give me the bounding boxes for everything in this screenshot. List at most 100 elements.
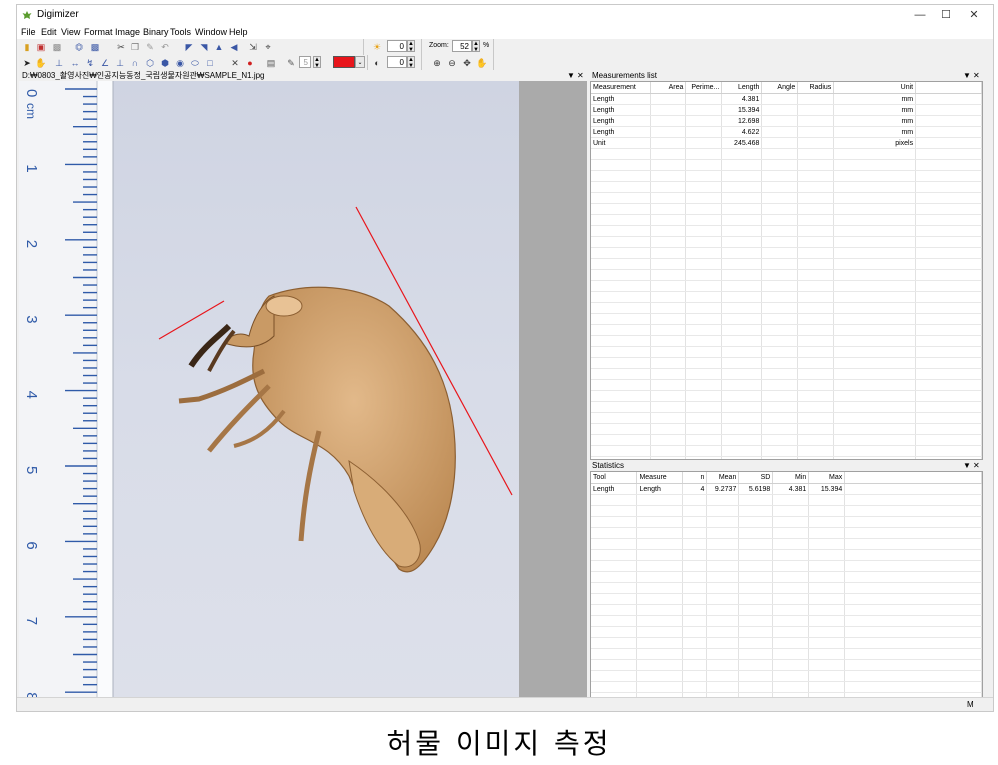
table-cell bbox=[761, 423, 799, 435]
crop-icon[interactable]: ⌖ bbox=[262, 41, 274, 53]
contrast-input[interactable]: 0 bbox=[387, 56, 407, 68]
measurement-row[interactable]: Length 12.698 mm bbox=[591, 115, 982, 127]
color-swatch[interactable] bbox=[333, 56, 355, 68]
table-cell bbox=[706, 604, 740, 616]
table-cell bbox=[591, 670, 638, 682]
table-cell bbox=[685, 313, 723, 325]
menu-view[interactable]: View bbox=[61, 27, 80, 37]
pointer-icon[interactable]: ➤ bbox=[21, 57, 33, 69]
column-header[interactable]: Radius bbox=[797, 82, 835, 94]
contrast-stepper[interactable]: ▲ ▼ bbox=[407, 56, 415, 69]
measurements-grid[interactable]: Measurement Area Perime... Length Angle … bbox=[590, 81, 983, 460]
panel-menu-icon[interactable]: ▼ bbox=[963, 460, 971, 471]
menu-binary[interactable]: Binary bbox=[143, 27, 169, 37]
print-icon[interactable]: ▩ bbox=[51, 41, 63, 53]
rotate-left-icon[interactable]: ◤ bbox=[183, 41, 195, 53]
close-button[interactable]: ✕ bbox=[961, 7, 987, 23]
measurement-row[interactable]: Length 15.394 mm bbox=[591, 104, 982, 116]
marker-icon[interactable]: ⊥ bbox=[53, 57, 65, 69]
zoom-input[interactable]: 52 bbox=[452, 40, 472, 52]
measurement-row[interactable]: Unit 245.468 pixels bbox=[591, 137, 982, 149]
color-dropdown[interactable]: ⌄ bbox=[355, 56, 365, 68]
menu-format[interactable]: Format bbox=[84, 27, 113, 37]
rectangle-icon[interactable]: □ bbox=[204, 57, 216, 69]
specimen-photo[interactable]: 012345678cm bbox=[19, 81, 519, 700]
column-header[interactable]: Tool bbox=[591, 472, 638, 484]
line-width-stepper[interactable]: ▲ ▼ bbox=[313, 56, 321, 69]
measurement-row[interactable]: Length 4.381 mm bbox=[591, 93, 982, 105]
circle-icon[interactable]: ◉ bbox=[174, 57, 186, 69]
column-header[interactable]: Measure bbox=[636, 472, 684, 484]
zoom-out-icon[interactable]: ⊖ bbox=[446, 57, 458, 69]
flip-vertical-icon[interactable]: ◀ bbox=[228, 41, 240, 53]
delete-icon[interactable]: ✕ bbox=[229, 57, 241, 69]
table-cell bbox=[797, 126, 835, 138]
cut-icon[interactable]: ✂ bbox=[115, 41, 127, 53]
zoom-in-icon[interactable]: ⊕ bbox=[431, 57, 443, 69]
scanner-icon[interactable]: ⏣ bbox=[73, 41, 85, 53]
column-header[interactable]: Max bbox=[808, 472, 846, 484]
hand-select-icon[interactable]: ✋ bbox=[35, 57, 47, 69]
angle-icon[interactable]: ∠ bbox=[99, 57, 111, 69]
table-cell bbox=[738, 571, 774, 583]
flip-horizontal-icon[interactable]: ▲ bbox=[213, 41, 225, 53]
curve-icon[interactable]: ∩ bbox=[129, 57, 141, 69]
column-header[interactable]: Unit bbox=[833, 82, 917, 94]
polygon-icon[interactable]: ⬡ bbox=[144, 57, 156, 69]
image-viewer[interactable]: 012345678cm bbox=[19, 81, 587, 700]
table-cell bbox=[650, 192, 687, 204]
column-header[interactable]: Perime... bbox=[685, 82, 723, 94]
menu-help[interactable]: Help bbox=[229, 27, 248, 37]
column-header[interactable]: Min bbox=[772, 472, 810, 484]
panel-close-icon[interactable]: ✕ bbox=[973, 70, 980, 81]
line-width-input[interactable]: 5 bbox=[299, 56, 311, 68]
undo-icon[interactable]: ↶ bbox=[159, 41, 171, 53]
menu-tools[interactable]: Tools bbox=[170, 27, 191, 37]
save-icon[interactable]: ▣ bbox=[35, 41, 47, 53]
measurement-row[interactable]: Length 4.622 mm bbox=[591, 126, 982, 138]
paste-icon[interactable]: ✎ bbox=[144, 41, 156, 53]
column-header[interactable]: Measurement bbox=[591, 82, 652, 94]
brightness-input[interactable]: 0 bbox=[387, 40, 407, 52]
table-cell bbox=[915, 434, 982, 446]
hand-pan-icon[interactable]: ✋ bbox=[476, 57, 488, 69]
measurement-lines bbox=[158, 206, 513, 496]
closed-curve-icon[interactable]: ⬢ bbox=[159, 57, 171, 69]
menu-file[interactable]: File bbox=[21, 27, 36, 37]
panel-menu-icon[interactable]: ▼ bbox=[567, 70, 575, 81]
copy-icon[interactable]: ❐ bbox=[129, 41, 141, 53]
open-folder-icon[interactable]: ▮ bbox=[21, 41, 33, 53]
column-header[interactable]: n bbox=[682, 472, 708, 484]
rotate-right-icon[interactable]: ◥ bbox=[198, 41, 210, 53]
menu-edit[interactable]: Edit bbox=[41, 27, 57, 37]
minimize-button[interactable]: — bbox=[907, 7, 933, 23]
column-header[interactable]: Angle bbox=[761, 82, 799, 94]
panel-close-icon[interactable]: ✕ bbox=[577, 70, 584, 81]
table-cell bbox=[636, 571, 684, 583]
zoom-stepper[interactable]: ▲ ▼ bbox=[472, 40, 480, 53]
length-icon[interactable]: ↔ bbox=[69, 57, 81, 69]
column-header[interactable]: Area bbox=[650, 82, 687, 94]
table-cell bbox=[685, 258, 723, 270]
menu-image[interactable]: Image bbox=[115, 27, 140, 37]
perpendicular-icon[interactable]: ⊥ bbox=[114, 57, 126, 69]
panel-close-icon[interactable]: ✕ bbox=[973, 460, 980, 471]
panel-menu-icon[interactable]: ▼ bbox=[963, 70, 971, 81]
statistics-row[interactable]: Length Length 4 9.2737 5.6198 4.381 15.394 bbox=[591, 483, 982, 495]
point-icon[interactable]: ● bbox=[244, 57, 256, 69]
pencil-icon[interactable]: ✎ bbox=[285, 57, 297, 69]
column-header[interactable]: SD bbox=[738, 472, 774, 484]
column-header[interactable]: Length bbox=[721, 82, 763, 94]
statistics-grid[interactable]: Tool Measure n Mean SD Min Max Length Len… bbox=[590, 471, 983, 698]
camera-icon[interactable]: ▩ bbox=[89, 41, 101, 53]
brightness-stepper[interactable]: ▲ ▼ bbox=[407, 40, 415, 53]
menu-window[interactable]: Window bbox=[195, 27, 227, 37]
pan-icon[interactable]: ✥ bbox=[461, 57, 473, 69]
column-header[interactable]: Mean bbox=[706, 472, 740, 484]
ruler-icon[interactable]: ▤ bbox=[265, 57, 277, 69]
maximize-button[interactable]: ☐ bbox=[933, 7, 959, 23]
resize-icon[interactable]: ⇲ bbox=[247, 41, 259, 53]
table-cell bbox=[772, 604, 810, 616]
ellipse-icon[interactable]: ⬭ bbox=[189, 57, 201, 69]
polyline-icon[interactable]: ↯ bbox=[84, 57, 96, 69]
